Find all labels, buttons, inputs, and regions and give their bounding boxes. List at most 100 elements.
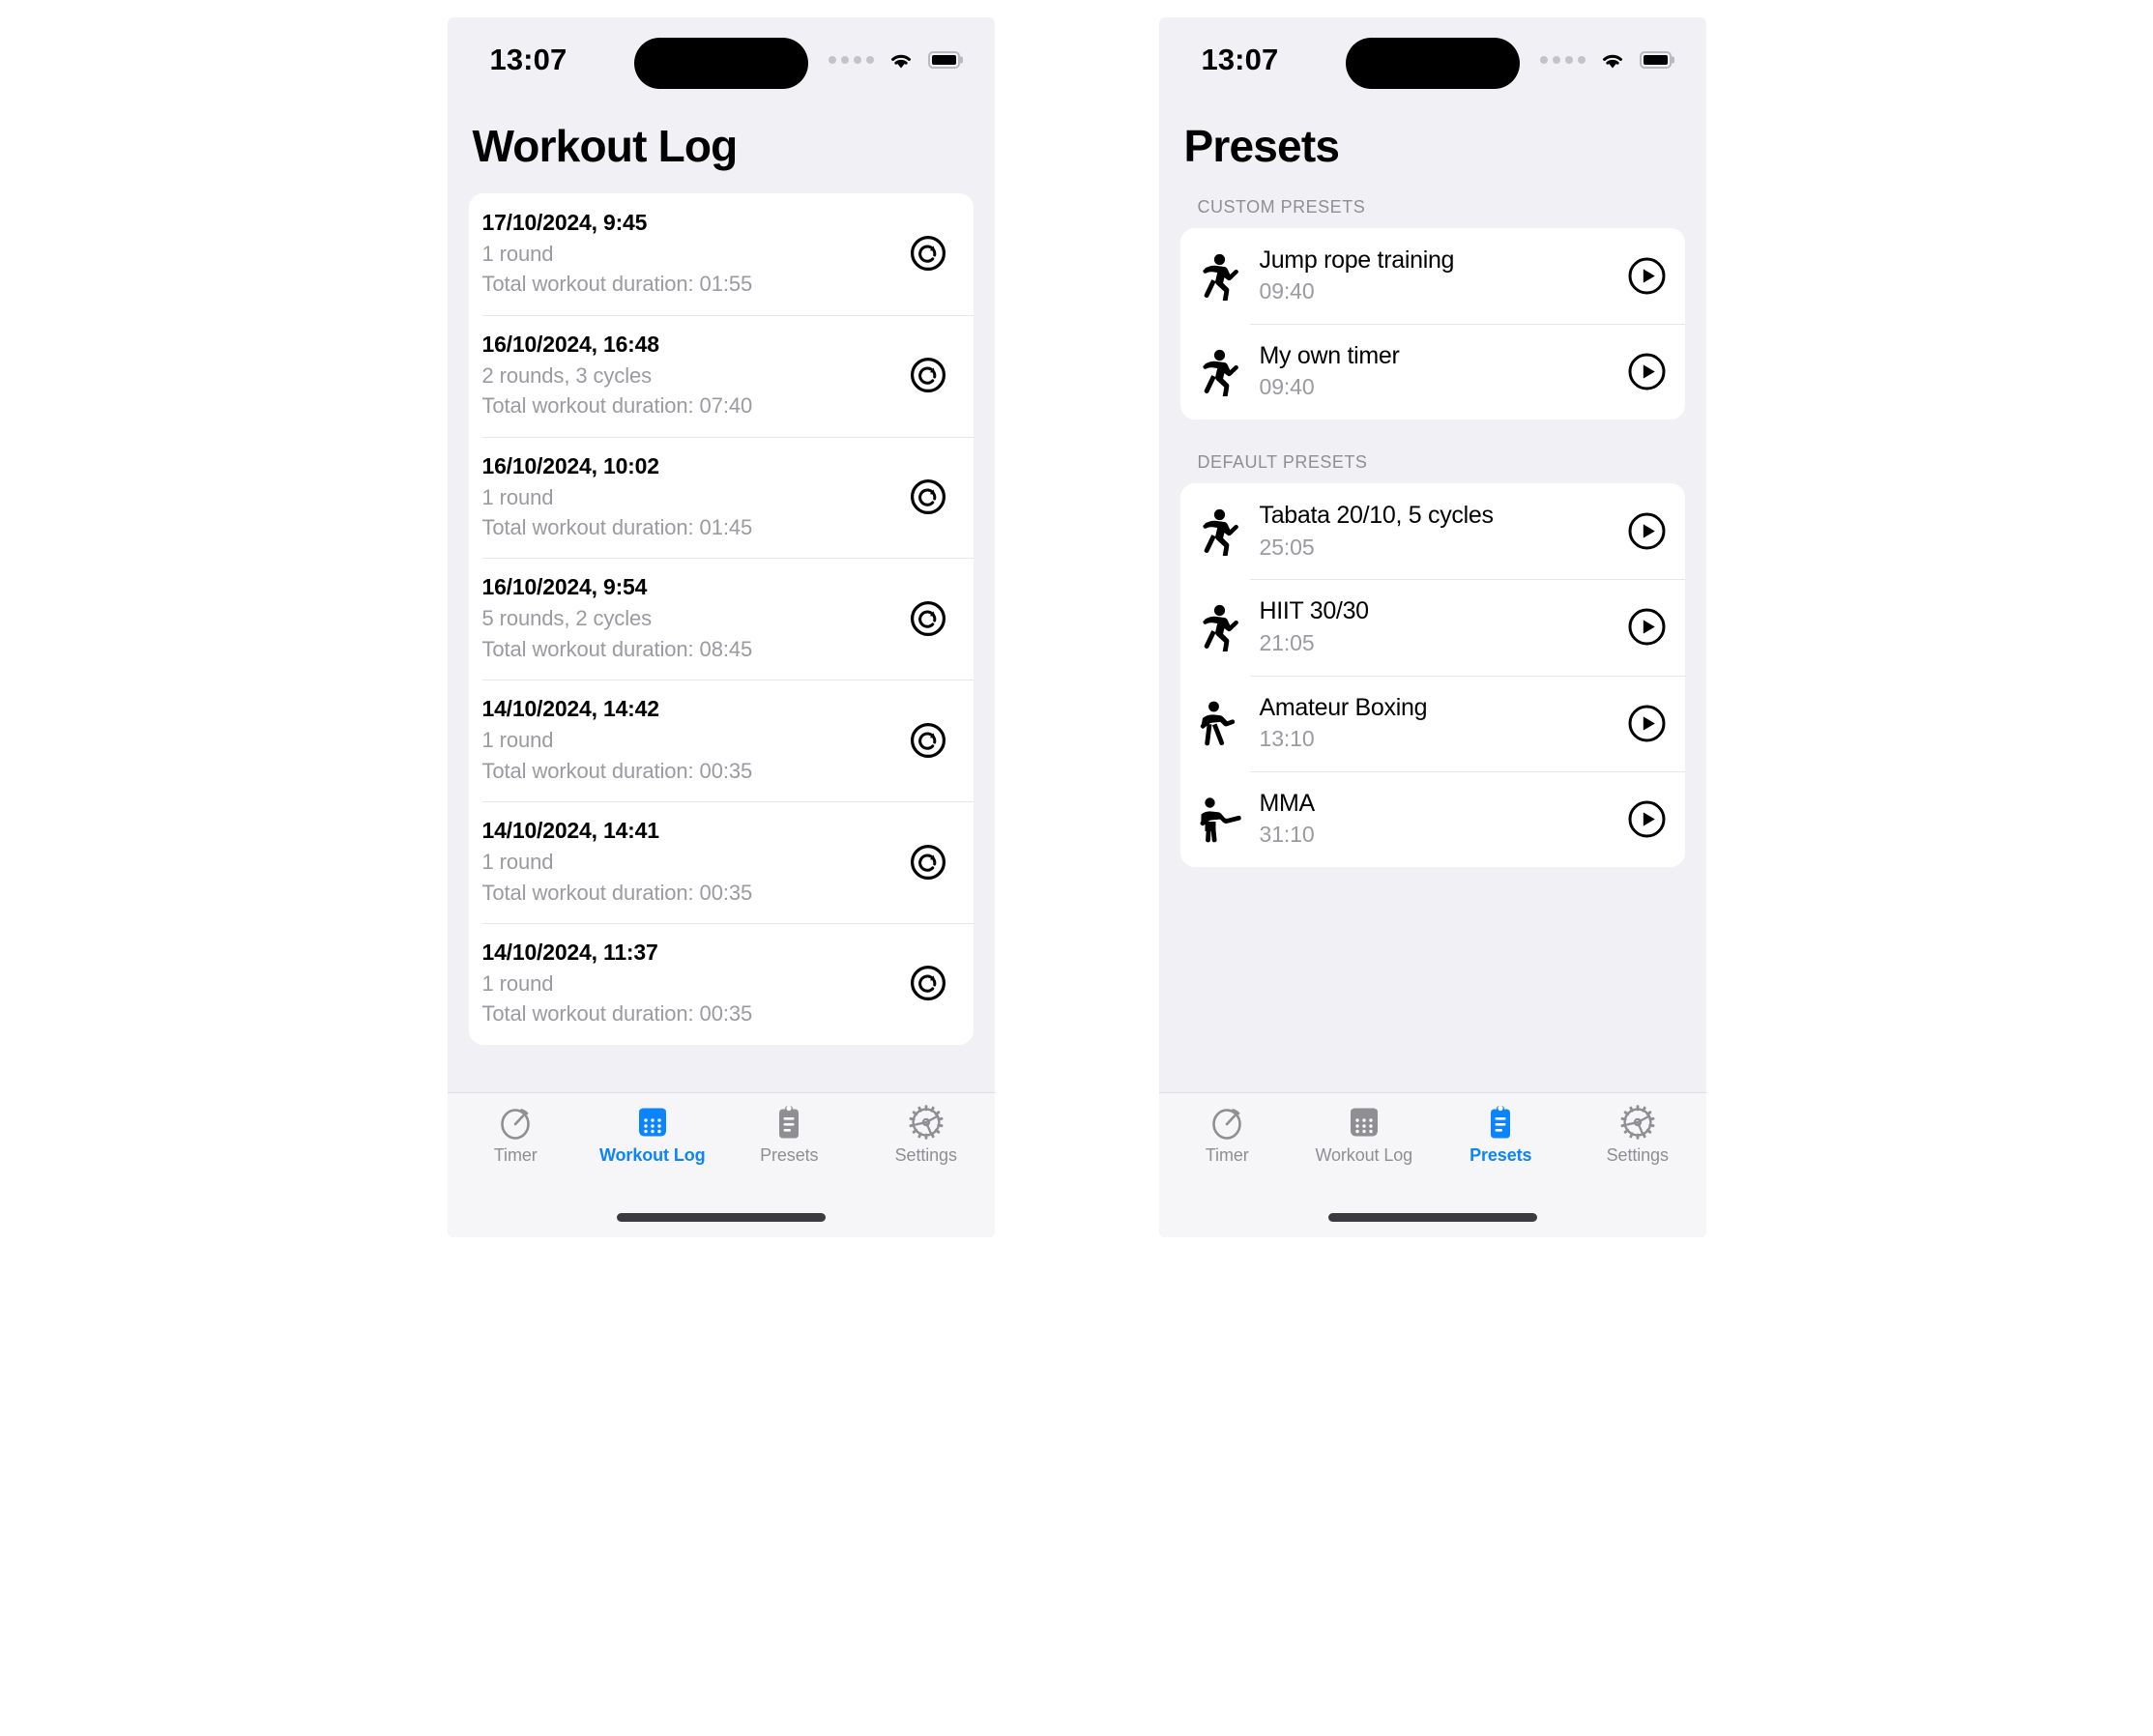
running-figure-icon bbox=[1198, 252, 1242, 303]
play-icon[interactable] bbox=[1627, 352, 1667, 391]
presets-section-label: CUSTOM PRESETS bbox=[1197, 197, 1366, 217]
tab-label: Workout Log bbox=[1315, 1145, 1413, 1165]
workout-log-entry[interactable]: 16/10/2024, 16:48 2 rounds, 3 cycles Tot… bbox=[469, 314, 974, 437]
tab-presets[interactable]: Presets bbox=[721, 1104, 858, 1166]
preset-name: HIIT 30/30 bbox=[1259, 597, 1370, 625]
preset-name: Tabata 20/10, 5 cycles bbox=[1259, 502, 1494, 530]
workout-log-card: 17/10/2024, 9:45 1 round Total workout d… bbox=[468, 193, 974, 1045]
workout-log-date: 14/10/2024, 14:42 bbox=[481, 696, 660, 722]
preset-text: Jump rope training 09:40 bbox=[1260, 246, 1610, 306]
battery-icon bbox=[927, 51, 960, 69]
preset-row[interactable]: MMA 31:10 bbox=[1180, 770, 1685, 867]
workout-log-entry[interactable]: 14/10/2024, 14:42 1 round Total workout … bbox=[469, 680, 974, 801]
stopwatch-icon bbox=[1208, 1104, 1245, 1141]
workout-log-entry[interactable]: 14/10/2024, 14:41 1 round Total workout … bbox=[469, 801, 974, 923]
preset-text: Tabata 20/10, 5 cycles 25:05 bbox=[1260, 501, 1610, 562]
workout-log-entry[interactable]: 16/10/2024, 9:54 5 rounds, 2 cycles Tota… bbox=[469, 558, 974, 680]
workout-log-entry-text: 16/10/2024, 10:02 1 round Total workout … bbox=[482, 452, 753, 542]
preset-row[interactable]: HIIT 30/30 21:05 bbox=[1180, 579, 1685, 675]
play-icon[interactable] bbox=[1627, 511, 1667, 551]
presets-page: Presets CUSTOM PRESETS Jump rope trainin… bbox=[1159, 102, 1706, 1092]
home-indicator[interactable] bbox=[616, 1212, 826, 1222]
workout-log-entry[interactable]: 17/10/2024, 9:45 1 round Total workout d… bbox=[469, 193, 974, 315]
preset-row[interactable]: Jump rope training 09:40 bbox=[1180, 228, 1685, 324]
workout-log-duration: Total workout duration: 00:35 bbox=[481, 758, 753, 783]
workout-log-date: 16/10/2024, 10:02 bbox=[481, 452, 660, 478]
workout-log-entry[interactable]: 14/10/2024, 11:37 1 round Total workout … bbox=[469, 922, 974, 1045]
workout-log-entry-text: 16/10/2024, 16:48 2 rounds, 3 cycles Tot… bbox=[482, 331, 753, 420]
page-title: Workout Log bbox=[472, 121, 739, 171]
calendar-icon bbox=[634, 1104, 671, 1141]
preset-row[interactable]: My own timer 09:40 bbox=[1180, 324, 1685, 420]
workout-log-entry-text: 17/10/2024, 9:45 1 round Total workout d… bbox=[482, 209, 753, 299]
presets-section-label: DEFAULT PRESETS bbox=[1197, 452, 1368, 473]
presets-card: Tabata 20/10, 5 cycles 25:05 HIIT 30/30 … bbox=[1179, 483, 1685, 867]
stopwatch-icon bbox=[497, 1104, 534, 1141]
tab-timer[interactable]: Timer bbox=[448, 1104, 585, 1166]
restore-icon[interactable] bbox=[909, 599, 947, 638]
gear-icon bbox=[1619, 1104, 1656, 1141]
status-indicators bbox=[828, 49, 960, 71]
restore-icon[interactable] bbox=[909, 964, 947, 1002]
restore-icon[interactable] bbox=[909, 477, 947, 516]
tab-timer[interactable]: Timer bbox=[1159, 1104, 1296, 1166]
restore-icon[interactable] bbox=[909, 843, 947, 882]
gear-icon bbox=[908, 1104, 945, 1141]
tab-label: Timer bbox=[1205, 1145, 1249, 1165]
tab-bar: Timer Workout Log Presets Settings bbox=[447, 1092, 995, 1197]
workout-log-page: Workout Log 17/10/2024, 9:45 1 round Tot… bbox=[448, 102, 995, 1092]
workout-log-duration: Total workout duration: 00:35 bbox=[481, 880, 753, 905]
tab-settings[interactable]: Settings bbox=[858, 1104, 995, 1166]
tab-workout-log[interactable]: Workout Log bbox=[1295, 1104, 1433, 1166]
signal-dots-icon bbox=[828, 56, 874, 64]
tab-label: Settings bbox=[894, 1145, 957, 1165]
home-indicator-area bbox=[1158, 1197, 1706, 1237]
preset-text: MMA 31:10 bbox=[1260, 789, 1610, 850]
preset-row[interactable]: Amateur Boxing 13:10 bbox=[1180, 675, 1685, 771]
screenshot-canvas: 13:07 Workout Log 17/10/2024, 9:45 1 rou… bbox=[0, 0, 2153, 1736]
workout-log-date: 17/10/2024, 9:45 bbox=[481, 210, 648, 235]
restore-icon[interactable] bbox=[909, 721, 947, 760]
restore-icon[interactable] bbox=[909, 356, 947, 394]
status-clock: 13:07 bbox=[489, 43, 567, 76]
presets-card: Jump rope training 09:40 My own timer 09… bbox=[1179, 228, 1685, 420]
dynamic-island bbox=[1345, 38, 1520, 89]
tab-bar: Timer Workout Log Presets Settings bbox=[1158, 1092, 1706, 1197]
preset-text: HIIT 30/30 21:05 bbox=[1260, 596, 1610, 657]
workout-log-entry[interactable]: 16/10/2024, 10:02 1 round Total workout … bbox=[469, 436, 974, 559]
workout-log-duration: Total workout duration: 01:55 bbox=[481, 272, 753, 297]
home-indicator-area bbox=[447, 1197, 995, 1237]
running-figure-icon bbox=[1198, 603, 1242, 653]
tab-presets[interactable]: Presets bbox=[1433, 1104, 1570, 1166]
workout-log-duration: Total workout duration: 00:35 bbox=[481, 1001, 753, 1027]
workout-log-entry-text: 14/10/2024, 14:41 1 round Total workout … bbox=[482, 817, 753, 907]
running-figure-icon bbox=[1198, 348, 1242, 398]
preset-duration: 21:05 bbox=[1259, 629, 1315, 655]
play-icon[interactable] bbox=[1627, 704, 1667, 743]
play-icon[interactable] bbox=[1627, 607, 1667, 647]
workout-log-entry-text: 14/10/2024, 11:37 1 round Total workout … bbox=[482, 939, 753, 1028]
preset-row[interactable]: Tabata 20/10, 5 cycles 25:05 bbox=[1180, 483, 1685, 579]
play-icon[interactable] bbox=[1627, 256, 1667, 296]
workout-log-rounds: 1 round bbox=[481, 241, 554, 266]
calendar-icon bbox=[1346, 1104, 1382, 1141]
mma-figure-icon bbox=[1198, 795, 1242, 843]
workout-log-scroll[interactable]: 17/10/2024, 9:45 1 round Total workout d… bbox=[448, 193, 995, 1092]
restore-icon[interactable] bbox=[909, 234, 947, 273]
workout-log-duration: Total workout duration: 08:45 bbox=[481, 636, 753, 661]
workout-log-date: 14/10/2024, 14:41 bbox=[481, 818, 660, 844]
boxing-figure-icon bbox=[1198, 699, 1242, 747]
workout-log-rounds: 1 round bbox=[481, 728, 554, 753]
dynamic-island bbox=[633, 38, 808, 89]
tab-workout-log[interactable]: Workout Log bbox=[584, 1104, 721, 1166]
preset-text: Amateur Boxing 13:10 bbox=[1260, 693, 1610, 754]
home-indicator[interactable] bbox=[1327, 1212, 1537, 1222]
status-indicators bbox=[1539, 49, 1672, 71]
workout-log-rounds: 2 rounds, 3 cycles bbox=[481, 362, 653, 388]
tab-label: Workout Log bbox=[598, 1145, 706, 1165]
presets-scroll[interactable]: CUSTOM PRESETS Jump rope training 09:40 … bbox=[1159, 193, 1706, 1092]
status-bar: 13:07 bbox=[1159, 17, 1706, 102]
tab-settings[interactable]: Settings bbox=[1569, 1104, 1706, 1166]
play-icon[interactable] bbox=[1627, 799, 1667, 839]
workout-log-duration: Total workout duration: 07:40 bbox=[481, 393, 753, 419]
